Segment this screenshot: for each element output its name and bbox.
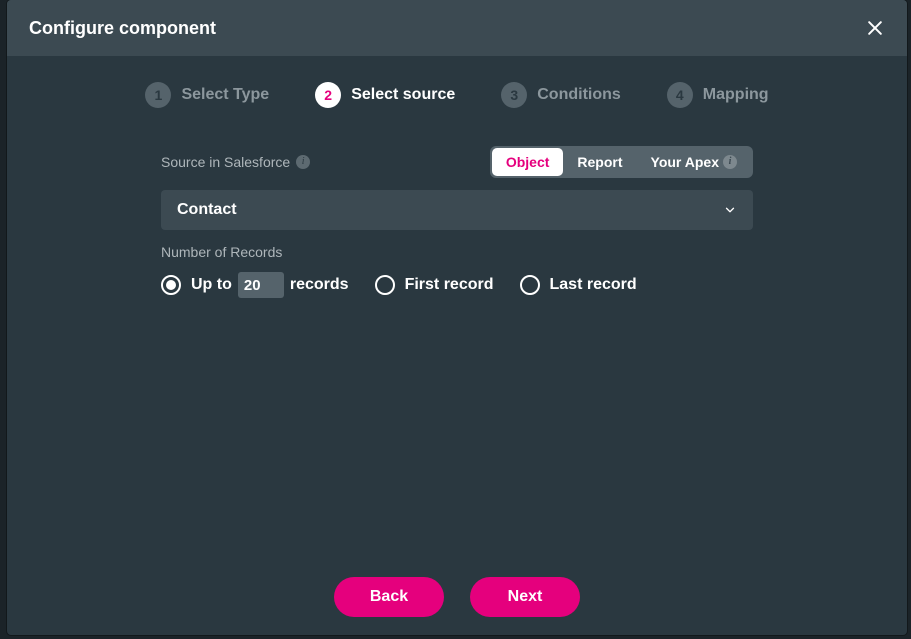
step-mapping[interactable]: 4 Mapping	[667, 82, 769, 108]
modal-body: Source in Salesforce i Object Report You…	[7, 128, 907, 567]
source-object-select[interactable]: Contact	[161, 190, 753, 230]
records-option-last[interactable]: Last record	[520, 275, 637, 295]
modal-footer: Back Next	[7, 567, 907, 635]
source-tab-your-apex-label: Your Apex	[651, 154, 719, 170]
source-object-value: Contact	[177, 201, 237, 219]
close-button[interactable]	[861, 14, 889, 42]
records-count-input[interactable]	[238, 272, 284, 298]
step-label: Conditions	[537, 86, 621, 104]
upto-prefix: Up to	[191, 276, 232, 294]
source-type-segmented: Object Report Your Apex i	[490, 146, 753, 178]
wizard-stepper: 1 Select Type 2 Select source 3 Conditio…	[7, 56, 907, 128]
step-label: Select source	[351, 86, 455, 104]
source-tab-object[interactable]: Object	[492, 148, 564, 176]
info-icon: i	[723, 155, 737, 169]
step-select-type[interactable]: 1 Select Type	[145, 82, 269, 108]
step-select-source[interactable]: 2 Select source	[315, 82, 455, 108]
radio-icon	[375, 275, 395, 295]
step-label: Select Type	[181, 86, 269, 104]
radio-icon	[520, 275, 540, 295]
records-option-first[interactable]: First record	[375, 275, 494, 295]
source-label-text: Source in Salesforce	[161, 154, 290, 170]
records-option-first-label: First record	[405, 276, 494, 294]
records-option-upto[interactable]: Up to records	[161, 272, 349, 298]
source-label: Source in Salesforce i	[161, 154, 310, 170]
modal-title: Configure component	[29, 18, 216, 39]
radio-icon	[161, 275, 181, 295]
info-icon[interactable]: i	[296, 155, 310, 169]
records-option-upto-label: Up to records	[191, 272, 349, 298]
configure-component-modal: Configure component 1 Select Type 2 Sele…	[7, 0, 907, 635]
step-conditions[interactable]: 3 Conditions	[501, 82, 621, 108]
records-radio-group: Up to records First record Last record	[161, 272, 753, 298]
records-option-last-label: Last record	[550, 276, 637, 294]
step-number: 1	[145, 82, 171, 108]
source-tab-report[interactable]: Report	[563, 148, 636, 176]
source-row-header: Source in Salesforce i Object Report You…	[161, 146, 753, 178]
step-number: 4	[667, 82, 693, 108]
chevron-down-icon	[723, 203, 737, 217]
source-tab-your-apex[interactable]: Your Apex i	[637, 148, 751, 176]
back-button[interactable]: Back	[334, 577, 444, 617]
records-label: Number of Records	[161, 244, 753, 260]
next-button[interactable]: Next	[470, 577, 580, 617]
step-number: 3	[501, 82, 527, 108]
step-label: Mapping	[703, 86, 769, 104]
close-icon	[865, 18, 885, 38]
modal-header: Configure component	[7, 0, 907, 56]
step-number: 2	[315, 82, 341, 108]
upto-suffix: records	[290, 276, 349, 294]
